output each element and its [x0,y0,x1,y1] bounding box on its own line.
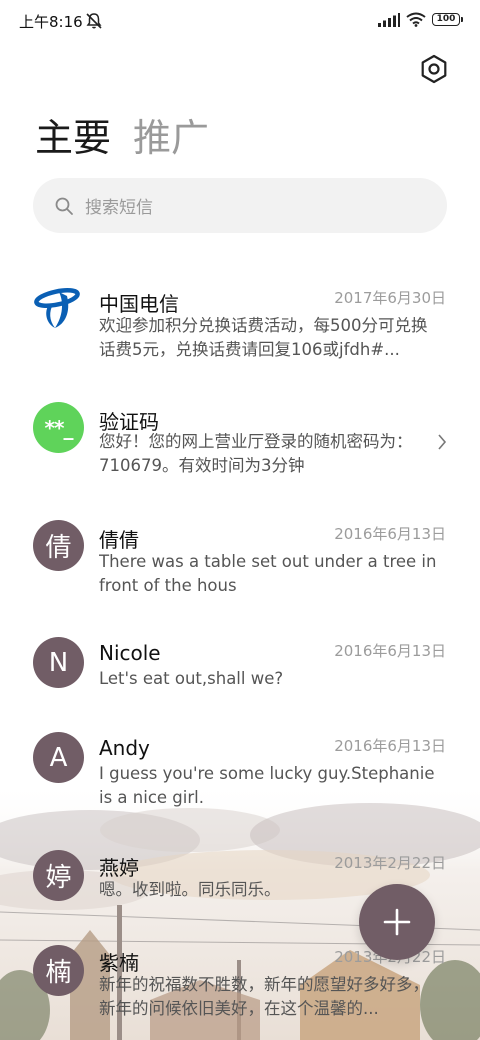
conversation-item[interactable]: N Nicole 2016年6月13日 Let's eat out,shall … [0,637,480,707]
tab-primary[interactable]: 主要 [35,114,111,162]
settings-gear-icon[interactable] [418,53,450,85]
contact-name: 燕婷 [99,856,139,880]
contact-name: 倩倩 [99,528,139,552]
message-preview: 新年的祝福数不胜数，新年的愿望好多好多，新年的问候依旧美好，在这个温馨的... [99,975,429,1018]
conversation-item[interactable]: 倩 倩倩 2016年6月13日 There was a table set ou… [0,520,480,610]
message-preview: 您好！您的网上营业厅登录的随机密码为：710679。有效时间为3分钟 [99,432,413,475]
contact-name: Andy [99,736,150,760]
status-indicators: 100 [378,12,463,27]
chevron-right-icon [438,434,447,450]
message-preview: There was a table set out under a tree i… [99,552,437,595]
search-icon [55,197,73,215]
message-preview: 欢迎参加积分兑换话费活动，每500分可兑换话费5元，兑换话费请回复106或jfd… [99,316,428,359]
contact-name: 紫楠 [99,951,139,975]
bell-off-icon [86,13,102,29]
china-telecom-logo-icon [33,284,84,335]
avatar: 婷 [33,850,84,901]
avatar: A [33,732,84,783]
message-date: 2016年6月13日 [334,642,446,660]
contact-name: Nicole [99,641,161,665]
signal-icon [378,12,400,27]
message-date: 2017年6月30日 [334,289,446,307]
message-date: 2016年6月13日 [334,737,446,755]
message-preview: Let's eat out,shall we? [99,669,284,688]
avatar: N [33,637,84,688]
plus-icon [383,908,411,936]
avatar: 倩 [33,520,84,571]
compose-message-button[interactable] [359,884,435,960]
status-time: 上午8:16 [19,13,83,31]
contact-name: 中国电信 [99,292,179,316]
search-placeholder: 搜索短信 [85,198,153,218]
category-tabs: 主要 推广 [35,114,209,162]
message-preview: I guess you're some lucky guy.Stephanie … [99,764,435,807]
message-date: 2013年2月22日 [334,854,446,872]
verification-code-avatar: **_ [33,402,84,453]
messages-screen: 上午8:16 100 主要 推广 搜索短信 中国电信 2017年6月30日 欢迎… [0,0,480,1040]
message-date: 2016年6月13日 [334,525,446,543]
wifi-icon [406,12,426,27]
battery-icon: 100 [432,13,463,26]
conversation-item[interactable]: A Andy 2016年6月13日 I guess you're some lu… [0,732,480,822]
tab-promotions[interactable]: 推广 [133,114,209,162]
search-input[interactable]: 搜索短信 [33,178,447,233]
conversation-item[interactable]: **_ 验证码 您好！您的网上营业厅登录的随机密码为：710679。有效时间为3… [0,402,480,492]
avatar: 楠 [33,945,84,996]
status-bar: 上午8:16 100 [0,0,480,42]
conversation-item[interactable]: 中国电信 2017年6月30日 欢迎参加积分兑换话费活动，每500分可兑换话费5… [0,282,480,382]
conversation-item[interactable]: 楠 紫楠 2013年2月22日 新年的祝福数不胜数，新年的愿望好多好多，新年的问… [0,945,480,1040]
